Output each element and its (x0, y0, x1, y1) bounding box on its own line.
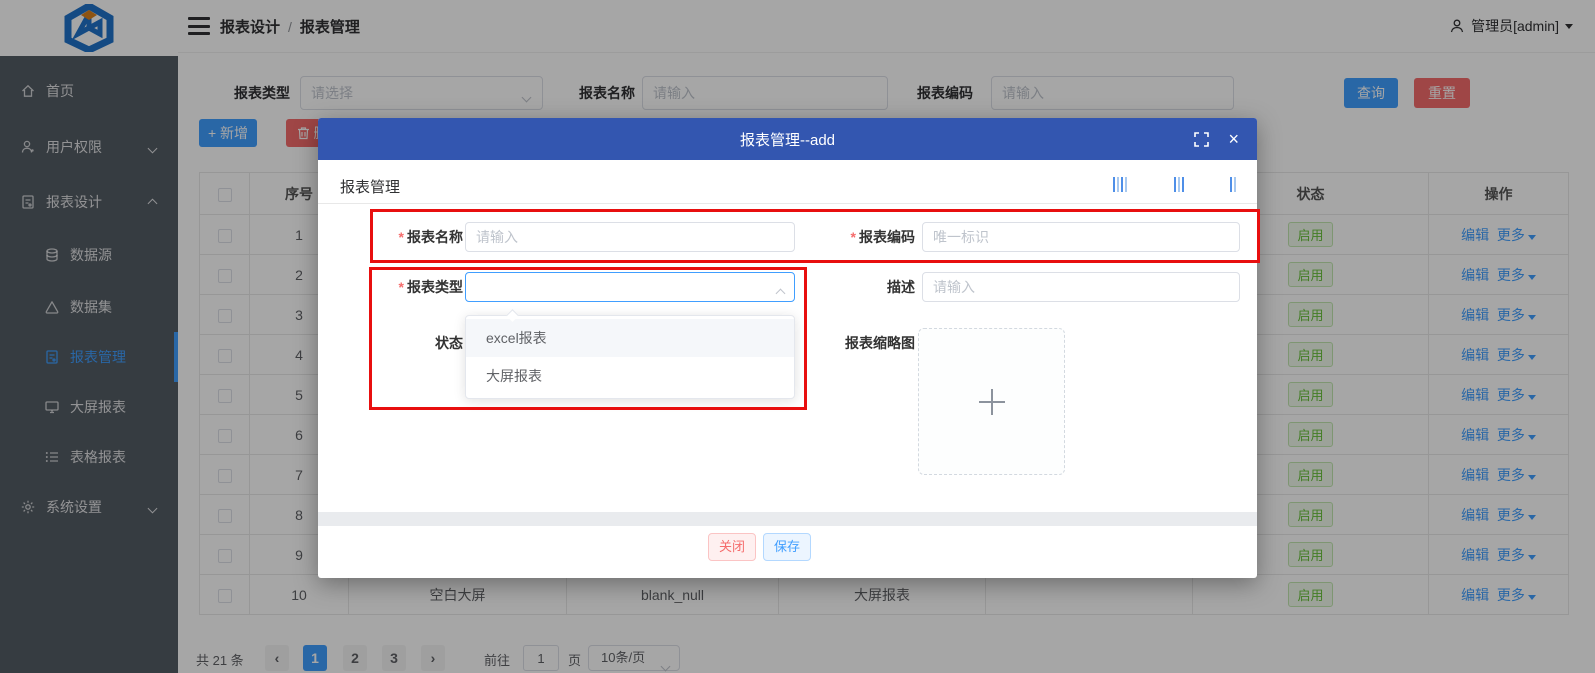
dropdown-option-bigscreen[interactable]: 大屏报表 (466, 357, 794, 395)
report-type-dropdown: excel报表 大屏报表 (465, 315, 795, 399)
required-asterisk: * (399, 229, 404, 245)
dropdown-option-excel[interactable]: excel报表 (466, 319, 794, 357)
field-code-label: *报表编码 (810, 222, 915, 252)
plus-icon (977, 387, 1007, 417)
description-input[interactable] (922, 272, 1240, 302)
close-icon[interactable]: × (1228, 127, 1239, 151)
field-name-label: *报表名称 (358, 222, 463, 252)
app-root: 首页 用户权限 报表设计 数据源 数据集 报表管理 大屏报表 (0, 0, 1595, 673)
columns-icon-3bars[interactable] (1174, 177, 1184, 192)
field-thumb-label: 报表缩略图 (810, 328, 915, 358)
columns-icon-2bars[interactable] (1230, 177, 1236, 192)
required-asterisk: * (399, 279, 404, 295)
chevron-up-icon (777, 284, 784, 300)
modal-title: 报表管理--add (740, 129, 835, 150)
divider (318, 203, 1257, 204)
modal-close-button[interactable]: 关闭 (708, 533, 756, 561)
field-status-label: 状态 (358, 328, 463, 358)
modal-save-button[interactable]: 保存 (763, 533, 811, 561)
columns-icon-4bars[interactable] (1113, 177, 1127, 192)
field-desc-label: 描述 (810, 272, 915, 302)
required-asterisk: * (851, 229, 856, 245)
report-add-modal: 报表管理--add × 报表管理 *报表名称 *报表编码 *报表类型 描述 状态… (318, 118, 1257, 578)
modal-section-title: 报表管理 (340, 176, 400, 197)
modal-titlebar[interactable]: 报表管理--add × (318, 118, 1257, 160)
fullscreen-icon[interactable] (1194, 132, 1209, 147)
report-name-input[interactable] (465, 222, 795, 252)
thumbnail-upload-box[interactable] (918, 328, 1065, 475)
report-type-select[interactable] (465, 272, 795, 302)
field-type-label: *报表类型 (358, 272, 463, 302)
modal-scrollbar-strip[interactable] (318, 512, 1257, 526)
report-code-input[interactable] (922, 222, 1240, 252)
